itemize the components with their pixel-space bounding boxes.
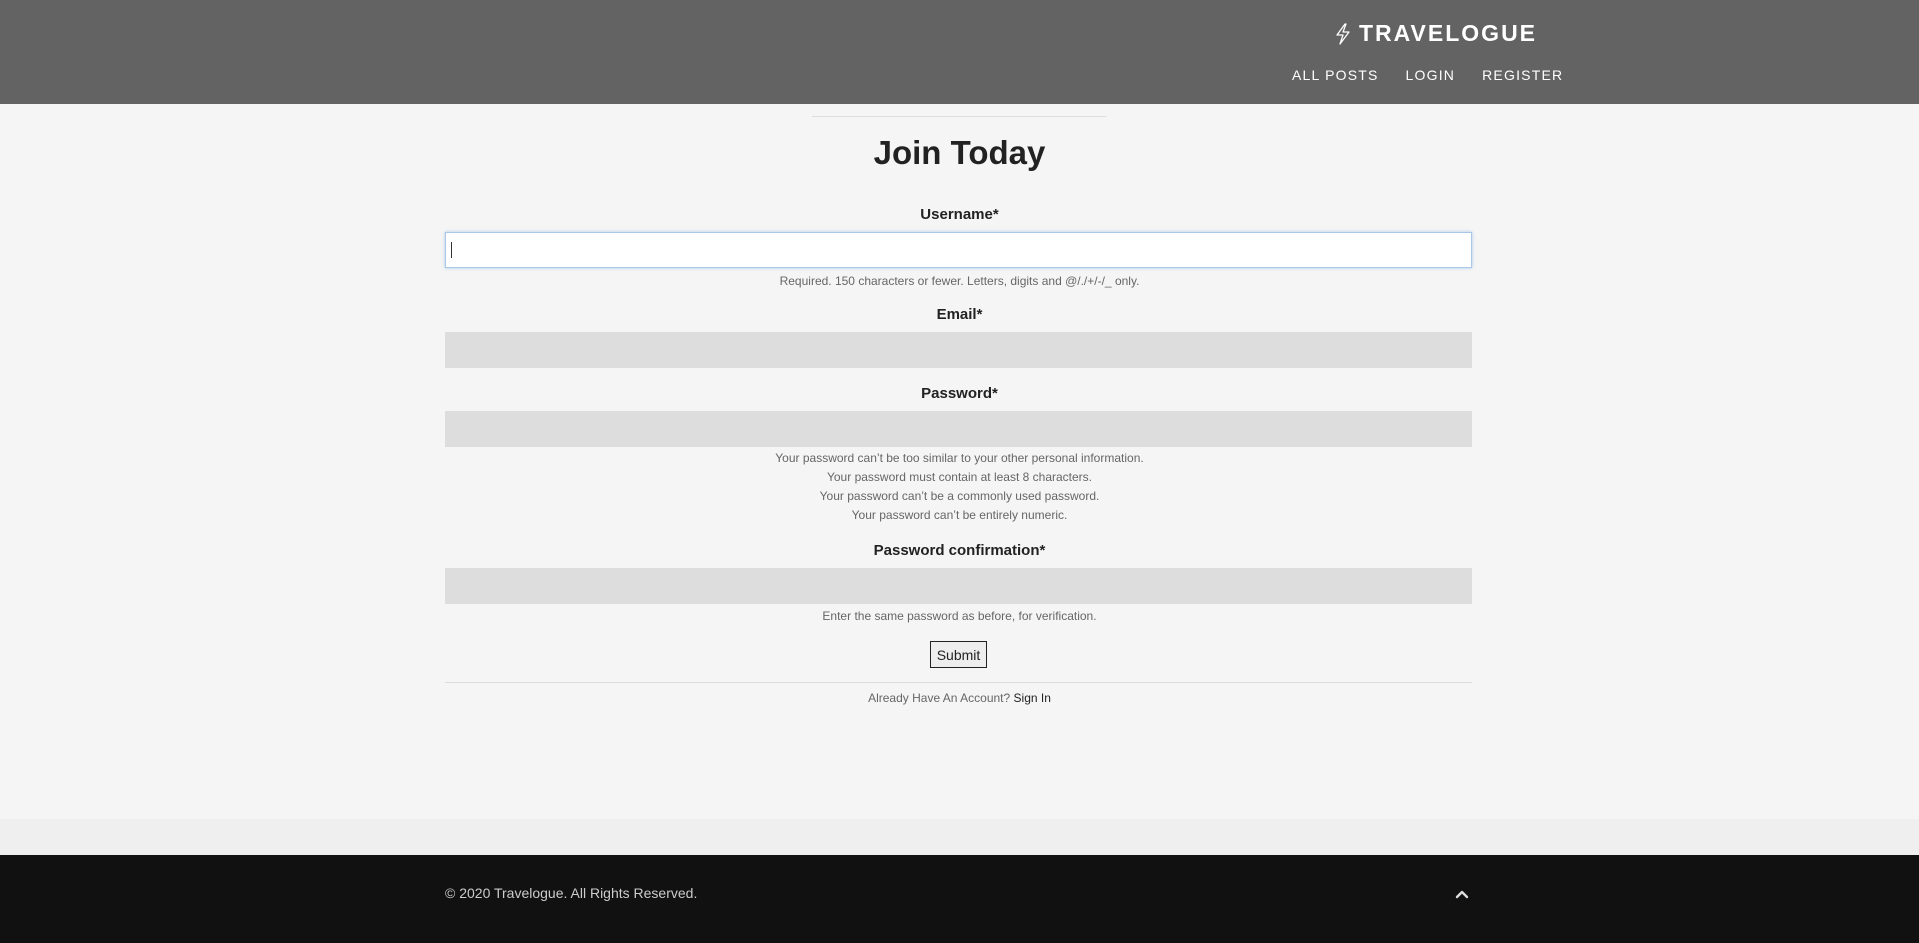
main-nav: ALL POSTS LOGIN REGISTER [1292,67,1563,83]
email-input[interactable] [445,332,1472,368]
nav-all-posts[interactable]: ALL POSTS [1292,67,1379,83]
password-help-1: Your password can’t be too similar to yo… [775,451,1144,465]
brand-name: TRAVELOGUE [1359,20,1538,46]
signin-prompt: Already Have An Account? Sign In [0,691,1919,705]
page-title: Join Today [873,134,1046,171]
main-content: Join Today Username* Required. 150 chara… [0,104,1919,819]
submit-button[interactable]: Submit [930,641,987,668]
password-confirmation-input[interactable] [445,568,1472,604]
password-label: Password* [921,385,998,402]
password-help-3: Your password can’t be a commonly used p… [819,489,1100,503]
footer-spacer [0,819,1919,855]
nav-login[interactable]: LOGIN [1406,67,1456,83]
username-input[interactable] [445,232,1472,268]
text-caret [451,242,452,258]
submit-label: Submit [936,646,981,663]
username-help: Required. 150 characters or fewer. Lette… [779,274,1140,288]
sign-in-link[interactable]: Sign In [1014,691,1051,705]
nav-register[interactable]: REGISTER [1482,67,1563,83]
email-label: Email* [936,306,983,323]
copyright-text: © 2020 Travelogue. All Rights Reserved. [445,885,698,901]
site-header: TRAVELOGUE ALL POSTS LOGIN REGISTER [0,0,1919,104]
password-confirmation-label: Password confirmation* [873,542,1046,559]
top-divider [812,116,1106,117]
site-footer: © 2020 Travelogue. All Rights Reserved. [0,855,1919,943]
password-help-4: Your password can’t be entirely numeric. [851,508,1068,522]
password-help-2: Your password must contain at least 8 ch… [826,470,1093,484]
password-confirmation-help: Enter the same password as before, for v… [822,609,1097,623]
already-have-account-text: Already Have An Account? [868,691,1011,705]
form-divider [445,682,1472,683]
password-input[interactable] [445,411,1472,447]
username-label: Username* [920,206,999,223]
lightning-bolt-icon [1335,22,1351,45]
brand-logo[interactable]: TRAVELOGUE [1335,20,1537,47]
chevron-up-icon[interactable] [1451,883,1473,905]
